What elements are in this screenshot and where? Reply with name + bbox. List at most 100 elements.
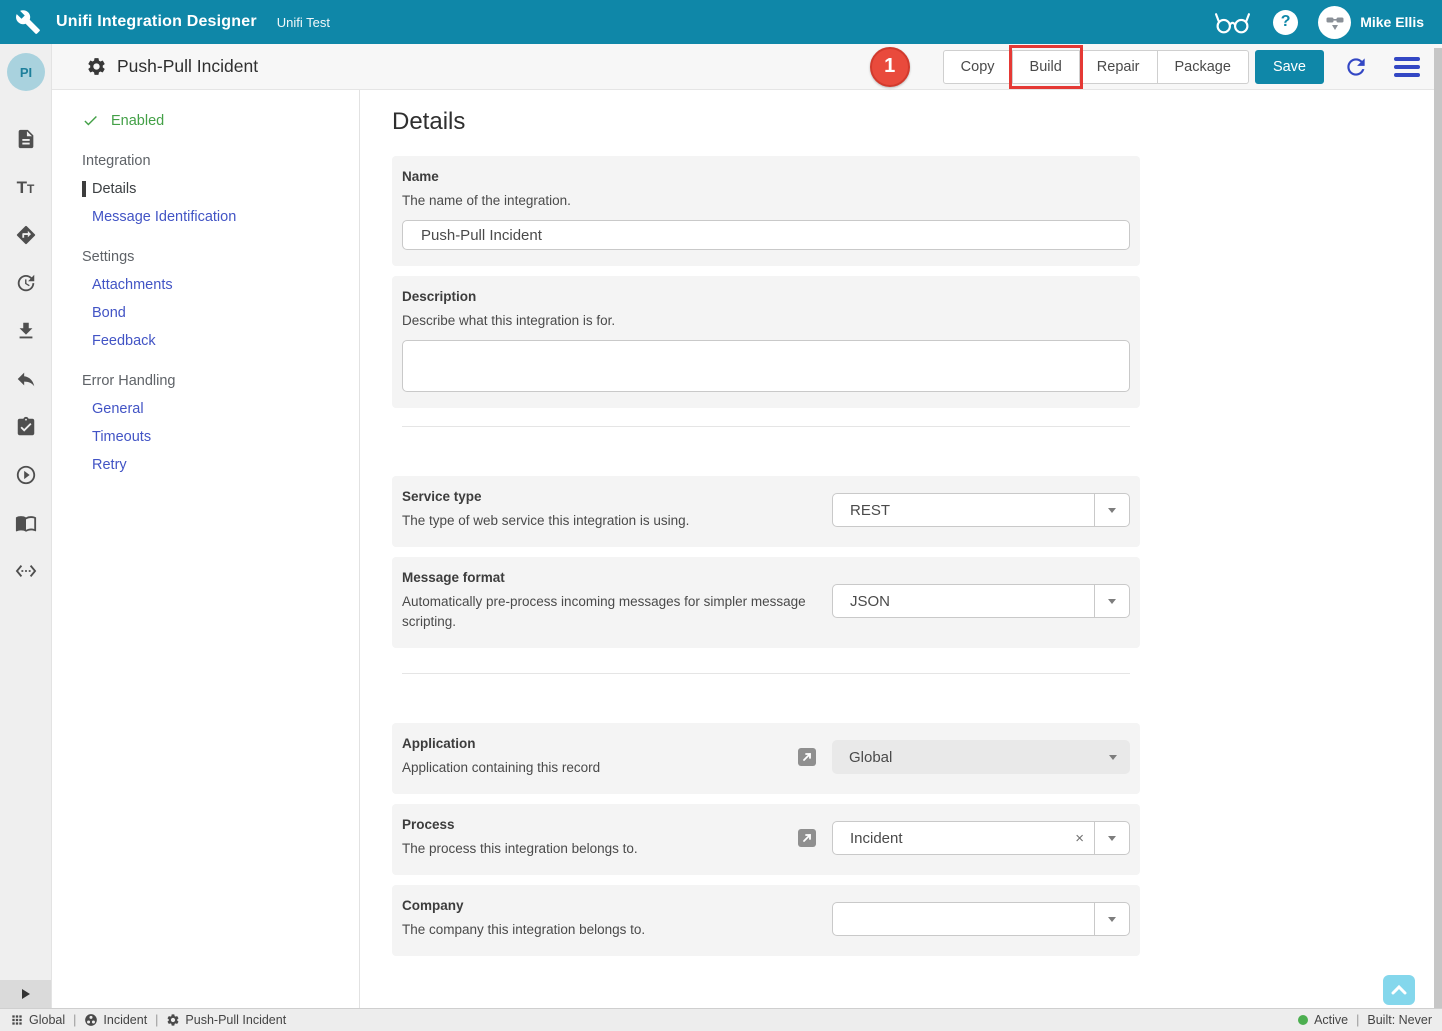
field-label: Service type [402, 489, 814, 504]
apps-grid-icon [10, 1013, 24, 1027]
nav-item-timeouts[interactable]: Timeouts [92, 429, 359, 445]
message-format-select[interactable]: JSON [832, 584, 1130, 618]
enabled-status-label: Enabled [111, 113, 164, 129]
process-value: Incident [833, 830, 1065, 847]
play-circle-icon[interactable] [15, 464, 37, 486]
download-icon[interactable] [15, 320, 37, 342]
clear-value-icon[interactable]: × [1065, 830, 1094, 847]
field-label: Process [402, 817, 798, 832]
field-card-service-type: Service type The type of web service thi… [392, 476, 1140, 547]
update-history-icon[interactable] [15, 272, 37, 294]
nav-section-error-handling: Error Handling General Timeouts Retry [52, 373, 359, 473]
application-select[interactable]: Global [832, 740, 1130, 774]
active-status-label: Active [1314, 1013, 1348, 1027]
description-textarea[interactable] [402, 340, 1130, 392]
dropdown-arrow [1095, 740, 1130, 774]
gear-icon [166, 1013, 180, 1027]
process-select[interactable]: Incident × [832, 821, 1130, 855]
breadcrumb-label: Push-Pull Incident [185, 1013, 286, 1027]
field-card-process: Process The process this integration bel… [392, 804, 1140, 875]
application-value: Global [832, 749, 1095, 766]
user-name[interactable]: Mike Ellis [1360, 14, 1424, 30]
process-icon [84, 1013, 98, 1027]
breadcrumb-push-pull-incident[interactable]: Push-Pull Incident [166, 1013, 286, 1027]
field-help: Describe what this integration is for. [402, 311, 1130, 331]
nav-item-retry[interactable]: Retry [92, 457, 359, 473]
copy-button[interactable]: Copy [943, 50, 1013, 84]
code-icon[interactable] [15, 560, 37, 582]
record-header: Push-Pull Incident 1 Copy Build Repair P… [52, 44, 1442, 90]
book-icon[interactable] [15, 512, 37, 534]
service-type-select[interactable]: REST [832, 493, 1130, 527]
rail-icon-list: TT [0, 128, 51, 582]
page-title: Details [392, 108, 1434, 136]
breadcrumb-incident[interactable]: Incident [84, 1013, 147, 1027]
nav-item-attachments[interactable]: Attachments [92, 277, 359, 293]
nav-item-bond[interactable]: Bond [92, 305, 359, 321]
nav-item-message-identification[interactable]: Message Identification [92, 209, 359, 225]
field-help: The process this integration belongs to. [402, 839, 798, 859]
repair-button[interactable]: Repair [1080, 50, 1158, 84]
field-help: Automatically pre-process incoming messa… [402, 592, 814, 632]
nav-item-details[interactable]: Details [82, 181, 359, 197]
environment-label: Unifi Test [277, 15, 330, 30]
field-help: The type of web service this integration… [402, 511, 814, 531]
enabled-status: Enabled [82, 112, 359, 129]
separator: | [73, 1013, 76, 1027]
open-reference-icon[interactable] [798, 748, 816, 766]
scroll-to-top-button[interactable] [1383, 975, 1415, 1005]
field-card-description: Description Describe what this integrati… [392, 276, 1140, 408]
open-reference-icon[interactable] [798, 829, 816, 847]
text-format-icon[interactable]: TT [15, 176, 37, 198]
dropdown-arrow [1094, 903, 1129, 935]
header-actions: 1 Copy Build Repair Package Save [870, 47, 1442, 87]
hamburger-menu-icon[interactable] [1394, 57, 1420, 77]
field-help: The name of the integration. [402, 191, 1130, 211]
build-button-label: Build [1030, 59, 1062, 75]
spectacles-icon[interactable] [1214, 9, 1251, 35]
vertical-scrollbar[interactable] [1434, 48, 1442, 1008]
field-label: Application [402, 736, 798, 751]
field-help: The company this integration belongs to. [402, 920, 814, 940]
field-help: Application containing this record [402, 758, 798, 778]
section-divider [402, 673, 1130, 674]
reply-icon[interactable] [15, 368, 37, 390]
field-label: Description [402, 289, 1130, 304]
assignment-done-icon[interactable] [15, 416, 37, 438]
nav-section-settings: Settings Attachments Bond Feedback [52, 249, 359, 349]
package-button[interactable]: Package [1158, 50, 1249, 84]
save-button[interactable]: Save [1255, 50, 1324, 84]
record-title-group: Push-Pull Incident [86, 56, 258, 77]
status-bar: Global | Incident | Push-Pull Incident A… [0, 1008, 1442, 1031]
nav-item-feedback[interactable]: Feedback [92, 333, 359, 349]
company-select[interactable] [832, 902, 1130, 936]
separator: | [1356, 1013, 1359, 1027]
top-app-bar: Unifi Integration Designer Unifi Test ? [0, 0, 1442, 44]
check-icon [82, 112, 99, 129]
directions-icon[interactable] [15, 224, 37, 246]
refresh-icon[interactable] [1343, 54, 1369, 80]
side-nav: Enabled Integration Details Message Iden… [52, 90, 360, 1008]
help-button[interactable]: ? [1273, 10, 1298, 35]
user-avatar[interactable] [1318, 6, 1351, 39]
annotation-badge-1: 1 [870, 47, 910, 87]
field-card-message-format: Message format Automatically pre-process… [392, 557, 1140, 648]
field-label: Message format [402, 570, 814, 585]
rail-expand-button[interactable] [0, 980, 51, 1008]
build-button[interactable]: Build [1013, 50, 1080, 84]
nav-section-integration: Integration Details Message Identificati… [52, 153, 359, 225]
nav-section-title: Settings [82, 249, 359, 265]
field-card-name: Name The name of the integration. [392, 156, 1140, 266]
field-label: Name [402, 169, 1130, 184]
app-title: Unifi Integration Designer [56, 13, 257, 31]
document-icon[interactable] [15, 128, 37, 150]
record-initials-avatar: PI [7, 53, 45, 91]
breadcrumb-global[interactable]: Global [10, 1013, 65, 1027]
icon-rail: PI TT [0, 44, 52, 1008]
field-label: Company [402, 898, 814, 913]
expand-arrow-icon [22, 989, 30, 999]
nav-item-general[interactable]: General [92, 401, 359, 417]
breadcrumb-label: Incident [103, 1013, 147, 1027]
dropdown-arrow [1094, 585, 1129, 617]
name-input[interactable] [402, 220, 1130, 250]
